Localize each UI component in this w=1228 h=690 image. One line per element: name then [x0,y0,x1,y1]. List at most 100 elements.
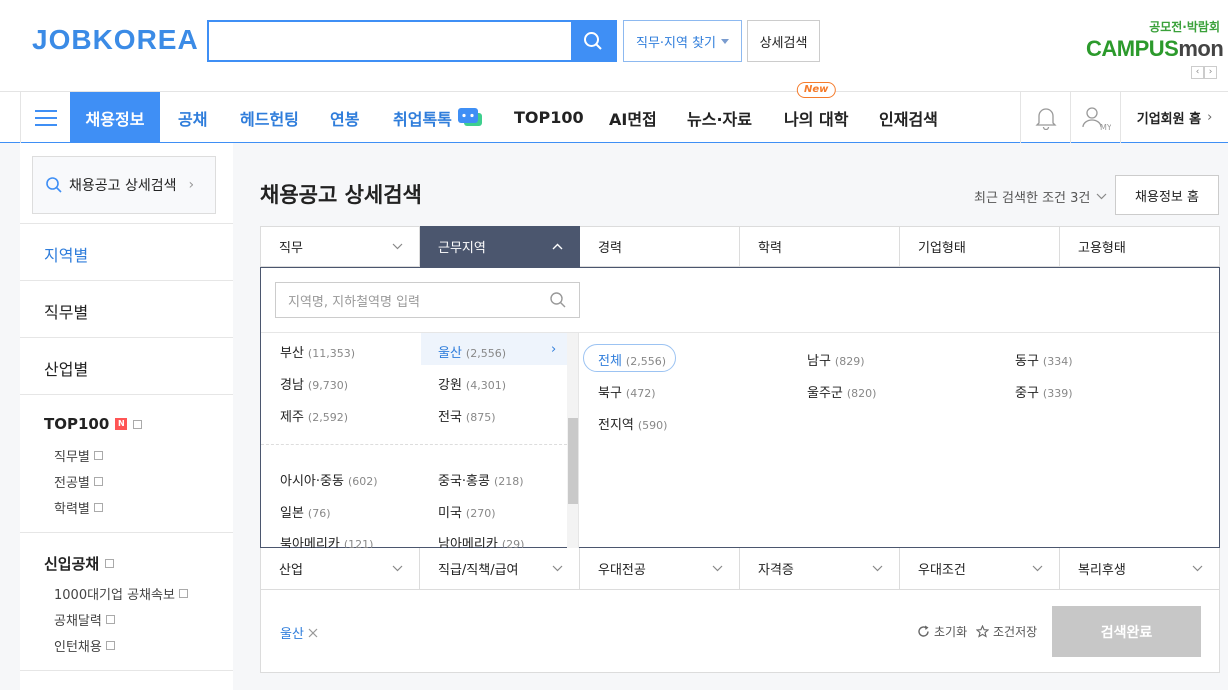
tab-employment-type-label: 고용형태 [1078,241,1126,256]
search-icon [584,32,602,50]
tab-welfare[interactable]: 복리후생 [1060,548,1220,590]
left-nav: 채용공고 상세검색 › 지역별 직무별 산업별 TOP100 N 직무별 전공별… [0,143,233,690]
gnb-item-talent-search[interactable]: 인재검색 [879,92,938,143]
lnb-gongchae-title[interactable]: 신입공채 [44,553,115,574]
tab-industry[interactable]: 산업 [260,548,420,590]
chevron-down-icon [1032,565,1043,572]
close-icon[interactable] [308,628,318,638]
job-region-find-button[interactable]: 직무·지역 찾기 [623,20,742,62]
lnb-top100-sub-major[interactable]: 전공별 [54,472,103,491]
region-list-area: 부산 (11,353) 울산 (2,556) › 경남 (9,730) 강원 (4,30… [261,332,1219,548]
region-list-scrollbar[interactable] [567,333,578,548]
region-item[interactable]: 남아메리카 (29) [438,533,524,548]
jobkorea-logo[interactable]: JOBKOREA [32,24,199,56]
region-divider [261,444,567,445]
lnb-gongchae-sub-calendar[interactable]: 공채달력 [54,610,115,629]
my-page-button[interactable]: MY [1070,92,1120,143]
region-item[interactable]: 아시아·중동 (602) [280,470,378,489]
gnb-item-gongchae[interactable]: 공채 [178,92,207,143]
tab-certificate[interactable]: 자격증 [740,548,900,590]
gnb-item-my-univ[interactable]: New 나의 대학 [784,82,848,143]
campus-next-button[interactable]: › [1204,66,1217,79]
gnb-item-talk[interactable]: 취업톡톡 [393,92,484,143]
region-search-field[interactable]: 지역명, 지하철역명 입력 [275,282,580,318]
gnb-item-news[interactable]: 뉴스·자료 [687,92,752,143]
district-item[interactable]: 중구 (339) [1015,382,1073,401]
search-done-button[interactable]: 검색완료 [1052,606,1201,657]
lnb-section-industry[interactable]: 산업별 [20,337,233,394]
region-item[interactable]: 경남 (9,730) [280,374,348,393]
district-item[interactable]: 울주군 (820) [807,382,876,401]
lnb-gongchae-sub-intern[interactable]: 인턴채용 [54,636,115,655]
tab-work-region[interactable]: 근무지역 [420,226,580,267]
campus-prev-button[interactable]: ‹ [1191,66,1204,79]
lnb-gongchae-sub-news-label: 1000대기업 공채속보 [54,588,175,603]
tab-company-type-label: 기업형태 [918,241,966,256]
region-item[interactable]: 북아메리카 (121) [280,533,373,548]
region-item[interactable]: 일본 (76) [280,502,331,521]
tab-preferred-major[interactable]: 우대전공 [580,548,740,590]
main-search-box [207,20,617,62]
district-count: (820) [846,387,877,400]
chevron-down-icon [552,565,563,572]
gnb-item-top100[interactable]: TOP100 [514,92,584,143]
region-name: 제주 [280,410,304,425]
region-item[interactable]: 중국·홍콩 (218) [438,470,524,489]
region-name: 북아메리카 [280,537,340,548]
lnb-top100-sub-job[interactable]: 직무별 [54,446,103,465]
lnb-top100-sub-edu[interactable]: 학력별 [54,498,103,517]
main-content: 채용공고 상세검색 최근 검색한 조건 3건 채용정보 홈 직무 근무지역 경력… [233,143,1228,690]
menu-icon[interactable] [20,92,70,143]
region-item[interactable]: 제주 (2,592) [280,406,348,425]
lnb-detail-search-link[interactable]: 채용공고 상세검색 › [32,156,216,214]
tab-education-label: 학력 [758,241,782,256]
main-search-input[interactable] [209,22,571,60]
district-item[interactable]: 동구 (334) [1015,350,1073,369]
reset-button[interactable]: 초기화 [917,623,967,640]
district-item[interactable]: 남구 (829) [807,350,865,369]
campusmon-banner[interactable]: 공모전·박람회 CAMPUSmon [1086,18,1224,62]
lnb-section-region[interactable]: 지역별 [20,223,233,280]
tab-preferred-major-label: 우대전공 [598,563,646,578]
district-item[interactable]: 전지역 (590) [598,414,667,433]
new-window-icon [133,419,143,429]
tab-company-type[interactable]: 기업형태 [900,226,1060,267]
gnb-item-jobs[interactable]: 채용정보 [70,92,160,143]
region-item[interactable]: 미국 (270) [438,502,496,521]
lnb-section-job[interactable]: 직무별 [20,280,233,337]
notification-button[interactable] [1020,92,1070,143]
region-item[interactable]: 강원 (4,301) [438,374,506,393]
tab-preferred-conditions[interactable]: 우대조건 [900,548,1060,590]
tab-position-salary[interactable]: 직급/직책/급여 [420,548,580,590]
lnb-gongchae-sub-calendar-label: 공채달력 [54,614,102,629]
gnb-item-salary[interactable]: 연봉 [330,92,359,143]
new-n-badge: N [115,418,128,430]
lnb-gongchae-sub-news[interactable]: 1000대기업 공채속보 [54,584,188,603]
tab-career[interactable]: 경력 [580,226,740,267]
region-item[interactable]: 전국 (875) [438,406,496,425]
lnb-top100-title[interactable]: TOP100 N [44,415,143,433]
tab-education[interactable]: 학력 [740,226,900,267]
recent-search-dropdown[interactable]: 최근 검색한 조건 3건 [974,187,1107,206]
region-item-selected[interactable]: 울산 (2,556) [438,342,506,361]
chat-bubble-icon [457,107,482,126]
lnb-top100-sub-edu-label: 학력별 [54,502,90,517]
region-count: (121) [343,538,374,548]
district-item[interactable]: 북구 (472) [598,382,656,401]
job-info-home-button[interactable]: 채용정보 홈 [1115,175,1219,215]
tab-employment-type[interactable]: 고용형태 [1060,226,1220,267]
scrollbar-thumb[interactable] [568,418,578,504]
gnb-item-ai-interview[interactable]: AI면접 [609,92,657,143]
tab-job[interactable]: 직무 [260,226,420,267]
district-count: (2,556) [625,355,666,368]
save-condition-button[interactable]: 조건저장 [976,623,1037,640]
district-item-selected[interactable]: 전체 (2,556) [598,350,666,369]
gnb-item-headhunting[interactable]: 헤드헌팅 [240,92,299,143]
region-item[interactable]: 부산 (11,353) [280,342,355,361]
lnb-section-gongchae: 신입공채 1000대기업 공채속보 공채달력 인턴채용 [20,532,233,670]
corp-home-link[interactable]: 기업회원 홈 › [1120,92,1228,143]
search-button[interactable] [571,22,615,60]
chevron-right-icon: › [551,342,557,357]
selected-chip-ulsan[interactable]: 울산 [280,623,318,642]
detail-search-button[interactable]: 상세검색 [747,20,820,62]
